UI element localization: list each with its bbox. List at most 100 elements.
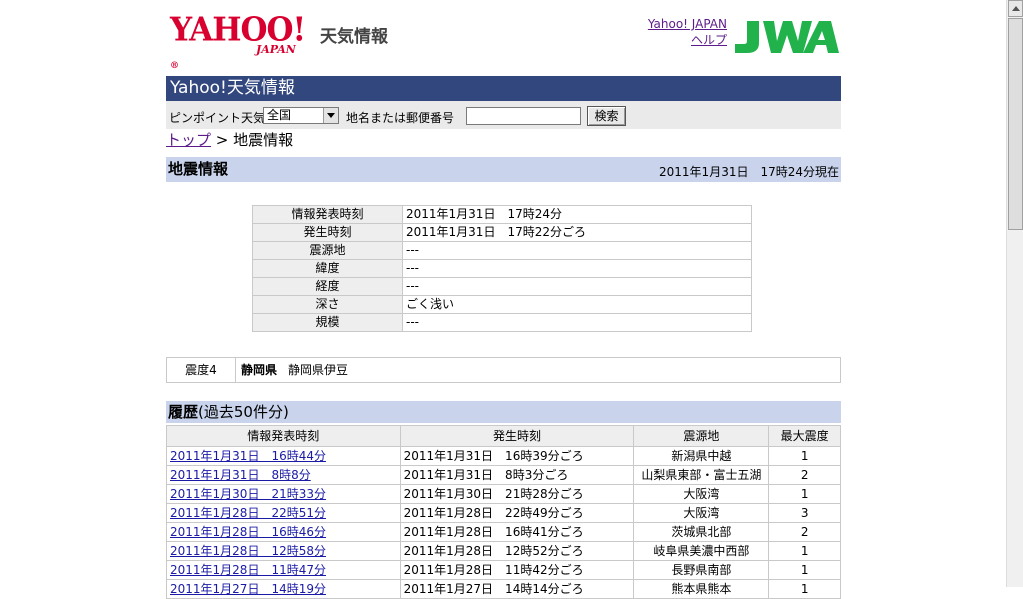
table-row: 2011年1月27日 14時19分 2011年1月27日 14時14分ごろ 熊本県熊… xyxy=(166,579,841,599)
history-column-header: 最大震度 xyxy=(768,425,841,447)
logo-japan: JAPAN xyxy=(256,43,296,56)
history-column-header: 震源地 xyxy=(633,425,770,447)
history-max-intensity: 1 xyxy=(768,560,841,580)
history-epicenter: 長野県南部 xyxy=(633,560,770,580)
chevron-down-icon[interactable] xyxy=(323,108,338,123)
vertical-scrollbar[interactable] xyxy=(1006,0,1023,587)
region-selected-value: 全国 xyxy=(267,108,292,122)
page: YAHOO!® JAPAN 天気情報 Yahoo! JAPAN ヘルプ Yaho… xyxy=(166,0,841,599)
info-key: 経度 xyxy=(252,277,403,296)
info-key: 発生時刻 xyxy=(252,223,403,242)
pinpoint-label: ピンポイント天気 xyxy=(169,111,266,125)
info-row: 震源地 --- xyxy=(252,241,752,260)
service-name: 天気情報 xyxy=(320,27,388,47)
section-header: 地震情報 2011年1月31日 17時24分現在 xyxy=(166,157,841,182)
history-header: 履歴(過去50件分) xyxy=(166,401,841,423)
history-cell-link-wrap: 2011年1月30日 21時33分 xyxy=(166,484,401,504)
intensity-area: 静岡県伊豆 xyxy=(288,363,349,377)
history-max-intensity: 3 xyxy=(768,503,841,523)
history-announce-link[interactable]: 2011年1月28日 12時58分 xyxy=(170,544,326,558)
history-cell-link-wrap: 2011年1月27日 14時19分 xyxy=(166,579,401,599)
history-column-header: 情報発表時刻 xyxy=(166,425,401,447)
history-cell-link-wrap: 2011年1月31日 8時8分 xyxy=(166,465,401,485)
history-occurred: 2011年1月28日 16時41分ごろ xyxy=(399,522,635,542)
history-max-intensity: 1 xyxy=(768,484,841,504)
history-occurred: 2011年1月28日 11時42分ごろ xyxy=(399,560,635,580)
table-row: 2011年1月31日 8時8分 2011年1月31日 8時3分ごろ 山梨県東部・富士… xyxy=(166,465,841,485)
intensity-prefecture: 静岡県 xyxy=(241,363,278,377)
history-table: 情報発表時刻 発生時刻 震源地 最大震度 2011年1月31日 16時44分 2011年… xyxy=(166,425,841,599)
history-epicenter: 熊本県熊本 xyxy=(633,579,770,599)
history-occurred: 2011年1月28日 12時52分ごろ xyxy=(399,541,635,561)
region-select[interactable]: 全国 xyxy=(263,107,339,124)
history-max-intensity: 1 xyxy=(768,541,841,561)
history-epicenter: 大阪湾 xyxy=(633,484,770,504)
history-announce-link[interactable]: 2011年1月28日 22時51分 xyxy=(170,506,326,520)
search-button[interactable]: 検索 xyxy=(587,106,626,126)
history-cell-link-wrap: 2011年1月28日 12時58分 xyxy=(166,541,401,561)
history-announce-link[interactable]: 2011年1月27日 14時19分 xyxy=(170,582,326,596)
search-bar: ピンポイント天気 全国 地名または郵便番号 検索 xyxy=(166,101,841,129)
breadcrumb-separator: > xyxy=(215,131,229,149)
info-row: 発生時刻 2011年1月31日 17時22分ごろ xyxy=(252,223,752,242)
history-announce-link[interactable]: 2011年1月30日 21時33分 xyxy=(170,487,326,501)
history-max-intensity: 2 xyxy=(768,522,841,542)
section-title: 地震情報 xyxy=(168,160,229,178)
history-announce-link[interactable]: 2011年1月31日 8時8分 xyxy=(170,468,311,482)
place-label: 地名または郵便番号 xyxy=(346,111,455,125)
info-row: 経度 --- xyxy=(252,277,752,296)
history-occurred: 2011年1月30日 21時28分ごろ xyxy=(399,484,635,504)
info-row: 緯度 --- xyxy=(252,259,752,278)
info-value: --- xyxy=(402,259,752,278)
info-value: 2011年1月31日 17時22分ごろ xyxy=(402,223,752,242)
table-row: 2011年1月30日 21時33分 2011年1月30日 21時28分ごろ 大阪湾 1 xyxy=(166,484,841,504)
info-row: 情報発表時刻 2011年1月31日 17時24分 xyxy=(252,205,752,224)
history-epicenter: 岐阜県美濃中西部 xyxy=(633,541,770,561)
earthquake-info-table: 情報発表時刻 2011年1月31日 17時24分 発生時刻 2011年1月31日 17… xyxy=(252,205,752,332)
info-value: ごく浅い xyxy=(402,295,752,314)
history-occurred: 2011年1月31日 8時3分ごろ xyxy=(399,465,635,485)
history-occurred: 2011年1月31日 16時39分ごろ xyxy=(399,446,635,466)
breadcrumb: トップ > 地震情報 xyxy=(166,130,293,150)
breadcrumb-top-link[interactable]: トップ xyxy=(166,131,211,149)
table-row: 2011年1月28日 22時51分 2011年1月28日 22時49分ごろ 大阪湾 3 xyxy=(166,503,841,523)
updated-time: 2011年1月31日 17時24分現在 xyxy=(659,165,839,179)
breadcrumb-current: 地震情報 xyxy=(233,131,294,149)
table-row: 2011年1月28日 11時47分 2011年1月28日 11時42分ごろ 長野県南… xyxy=(166,560,841,580)
help-link[interactable]: ヘルプ xyxy=(648,32,727,48)
history-epicenter: 大阪湾 xyxy=(633,503,770,523)
jwa-logo[interactable] xyxy=(733,19,841,55)
scroll-thumb[interactable] xyxy=(1008,18,1023,230)
history-occurred: 2011年1月27日 14時14分ごろ xyxy=(399,579,635,599)
info-value: --- xyxy=(402,313,752,332)
info-key: 震源地 xyxy=(252,241,403,260)
page-title: Yahoo!天気情報 xyxy=(166,76,841,101)
scroll-up-icon[interactable] xyxy=(1008,0,1023,17)
history-announce-link[interactable]: 2011年1月31日 16時44分 xyxy=(170,449,326,463)
history-epicenter: 山梨県東部・富士五湖 xyxy=(633,465,770,485)
history-cell-link-wrap: 2011年1月28日 11時47分 xyxy=(166,560,401,580)
history-max-intensity: 1 xyxy=(768,446,841,466)
history-epicenter: 茨城県北部 xyxy=(633,522,770,542)
place-search-input[interactable] xyxy=(466,107,581,125)
history-cell-link-wrap: 2011年1月31日 16時44分 xyxy=(166,446,401,466)
info-row: 規模 --- xyxy=(252,313,752,332)
history-cell-link-wrap: 2011年1月28日 22時51分 xyxy=(166,503,401,523)
yahoo-japan-link[interactable]: Yahoo! JAPAN xyxy=(648,16,727,32)
info-key: 規模 xyxy=(252,313,403,332)
header: YAHOO!® JAPAN 天気情報 Yahoo! JAPAN ヘルプ xyxy=(166,0,841,76)
table-row: 2011年1月31日 16時44分 2011年1月31日 16時39分ごろ 新潟県中… xyxy=(166,446,841,466)
info-key: 深さ xyxy=(252,295,403,314)
history-max-intensity: 1 xyxy=(768,579,841,599)
info-value: --- xyxy=(402,241,752,260)
info-row: 深さ ごく浅い xyxy=(252,295,752,314)
table-row: 2011年1月28日 12時58分 2011年1月28日 12時52分ごろ 岐阜県美… xyxy=(166,541,841,561)
history-max-intensity: 2 xyxy=(768,465,841,485)
history-announce-link[interactable]: 2011年1月28日 16時46分 xyxy=(170,525,326,539)
intensity-level: 震度4 xyxy=(167,358,236,382)
history-announce-link[interactable]: 2011年1月28日 11時47分 xyxy=(170,563,326,577)
info-value: 2011年1月31日 17時24分 xyxy=(402,205,752,224)
history-column-header: 発生時刻 xyxy=(399,425,635,447)
history-cell-link-wrap: 2011年1月28日 16時46分 xyxy=(166,522,401,542)
history-subtitle: (過去50件分) xyxy=(198,403,289,421)
